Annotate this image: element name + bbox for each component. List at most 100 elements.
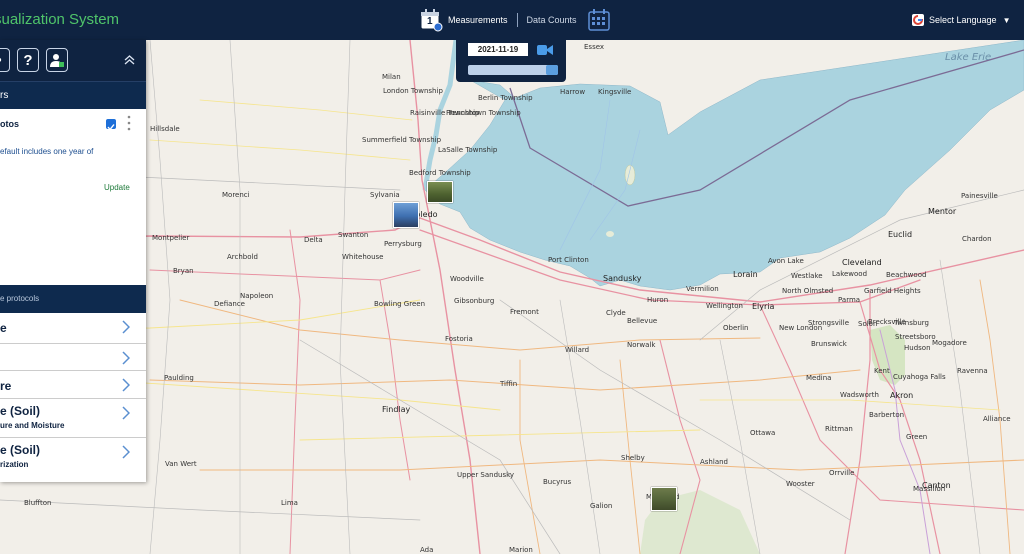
place-label: Parma: [838, 296, 861, 304]
place-label: Akron: [890, 391, 914, 400]
place-label: Mentor: [928, 207, 957, 216]
language-selector[interactable]: Select Language ▼: [912, 14, 1010, 26]
road-line: [844, 289, 871, 554]
tab-divider: [516, 13, 518, 27]
place-label: Cleveland: [842, 258, 882, 267]
menu-button[interactable]: •: [0, 48, 10, 72]
map-view[interactable]: Essex Milan London Township Berlin Township…: [0, 40, 1024, 554]
place-label: Bucyrus: [543, 478, 572, 486]
place-label: Streetsboro: [895, 333, 936, 341]
place-label: Frenchtown Township: [446, 109, 521, 117]
panel-toolbar: • ?: [0, 40, 146, 81]
lake-label: Lake Erie: [945, 52, 992, 63]
google-icon: [912, 14, 924, 26]
more-vert-icon[interactable]: [127, 115, 131, 131]
photo-marker-mansfield[interactable]: [651, 487, 677, 511]
place-label: Cuyahoga Falls: [893, 373, 946, 381]
layers-panel: • ? rs otos efault includes one year of …: [0, 40, 146, 482]
caret-down-icon: ▼: [1002, 15, 1011, 25]
top-bar: sualization System 1 Measurements Data C…: [0, 0, 1024, 40]
road-line: [199, 459, 1024, 471]
protocol-item[interactable]: e (Soil) ure and Moisture: [0, 399, 146, 438]
place-label: Hillsdale: [150, 125, 180, 133]
place-label: Norwalk: [627, 341, 656, 349]
place-label: Chardon: [962, 235, 992, 243]
place-label: Van Wert: [165, 460, 197, 468]
chevron-right-icon: [122, 445, 131, 462]
place-label: Sandusky: [603, 274, 642, 283]
place-label: Wellington: [706, 302, 743, 310]
date-slider[interactable]: [468, 65, 558, 75]
user-button[interactable]: [46, 48, 68, 72]
place-label: Twinsburg: [894, 319, 929, 327]
protocol-label: e: [0, 321, 7, 335]
place-label: Milan: [382, 73, 401, 81]
video-camera-icon[interactable]: [537, 43, 553, 55]
layer-title: otos: [0, 119, 19, 129]
view-tabs: 1 Measurements Data Counts: [419, 8, 611, 32]
protocols-header: e protocols: [0, 285, 146, 313]
place-label: Archbold: [227, 253, 258, 261]
place-label: Montpelier: [152, 234, 190, 242]
place-label: Solon: [858, 320, 878, 328]
protocol-item[interactable]: e (Soil) rization: [0, 438, 146, 477]
place-label: Sylvania: [370, 191, 400, 199]
date-slider-handle[interactable]: [546, 65, 558, 75]
place-label: Lakewood: [832, 270, 868, 278]
place-label: Bellevue: [627, 317, 658, 325]
place-label: North Olmsted: [782, 287, 834, 295]
place-label: Bryan: [173, 267, 194, 275]
road-line: [299, 429, 701, 441]
place-label: Medina: [806, 374, 832, 382]
app-title: sualization System: [0, 11, 120, 28]
place-label: Willard: [565, 346, 590, 354]
road-line: [0, 499, 421, 521]
place-label: Berlin Township: [478, 94, 533, 102]
chevron-up-double-icon[interactable]: [124, 54, 135, 68]
place-label: Bluffton: [24, 499, 52, 507]
place-label: Painesville: [961, 192, 998, 200]
place-label: Perrysburg: [384, 240, 422, 248]
date-display[interactable]: 2021-11-19: [468, 43, 528, 56]
place-label: Hudson: [904, 344, 931, 352]
calendar-icon[interactable]: 1: [419, 8, 443, 32]
help-button[interactable]: ?: [17, 48, 39, 72]
place-label: Harrow: [560, 88, 586, 96]
place-label: Paulding: [164, 374, 194, 382]
place-label: Upper Sandusky: [457, 471, 515, 479]
tab-measurements[interactable]: Measurements: [448, 15, 508, 25]
dot-icon: •: [0, 52, 2, 69]
place-label: Westlake: [791, 272, 823, 280]
place-label: Tiffin: [500, 380, 518, 388]
protocol-item[interactable]: [0, 344, 146, 371]
protocol-label: e (Soil): [0, 443, 41, 457]
layer-checkbox[interactable]: [106, 119, 116, 131]
road-line: [199, 99, 413, 121]
place-label: Fostoria: [445, 335, 473, 343]
update-button[interactable]: Update: [104, 183, 130, 192]
protocol-label: e (Soil): [0, 404, 41, 418]
place-label: New London: [779, 324, 823, 332]
kelleys-island: [606, 231, 614, 237]
language-label: Select Language: [929, 15, 997, 25]
chevron-right-icon: [122, 406, 131, 423]
place-label: Galion: [590, 502, 613, 510]
place-label: Defiance: [214, 300, 245, 308]
protocol-item[interactable]: re: [0, 371, 146, 399]
date-control: 2021-11-19: [456, 40, 566, 82]
place-label: Napoleon: [240, 292, 274, 300]
layer-description: efault includes one year of: [0, 147, 94, 156]
place-label: Clyde: [606, 309, 626, 317]
place-label: Lima: [281, 499, 298, 507]
tab-data-counts[interactable]: Data Counts: [527, 15, 577, 25]
place-label: Port Clinton: [548, 256, 589, 264]
place-label: Garfield Heights: [864, 287, 921, 295]
photo-marker-north[interactable]: [427, 181, 453, 203]
place-label: Barberton: [869, 411, 905, 419]
calendar-grid-icon[interactable]: [587, 8, 611, 32]
protocol-item[interactable]: e: [0, 313, 146, 344]
road-line: [229, 40, 241, 554]
place-label: Brunswick: [811, 340, 847, 348]
place-label: Orrville: [829, 469, 855, 477]
photo-marker-toledo[interactable]: [393, 202, 419, 228]
